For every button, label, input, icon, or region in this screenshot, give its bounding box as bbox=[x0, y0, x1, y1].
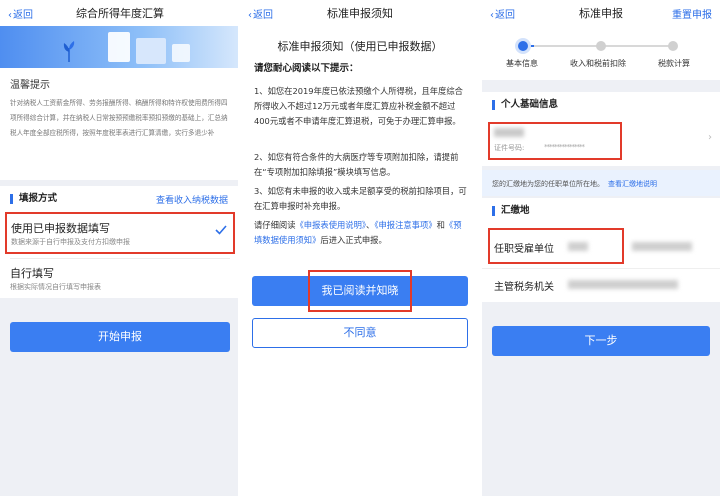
step-label: 税款计算 bbox=[658, 59, 690, 68]
reset-declaration-button[interactable]: 重置申报 bbox=[672, 6, 712, 21]
check-icon bbox=[215, 225, 227, 235]
notice-paragraph-2: 2、如您有符合条件的大病医疗等专项附加扣除，请提前在“专项附加扣除填报”模块填写… bbox=[254, 152, 459, 177]
section-title: 汇缴地 bbox=[492, 206, 530, 216]
declaration-notes-link[interactable]: 《申报注意事项》 bbox=[374, 220, 436, 230]
nav-bar: ‹返回 综合所得年度汇算 bbox=[0, 0, 240, 26]
tips-card: 温馨提示 针对纳税人工资薪金所得、劳务报酬所得、稿酬所得和特许权使用费所得四项所… bbox=[0, 68, 240, 180]
section-title: 填报方式 bbox=[10, 194, 57, 204]
option-desc: 数据来源于自行申报及支付方扣缴申报 bbox=[11, 238, 130, 246]
option-use-declared-data[interactable]: 使用已申报数据填写 数据来源于自行申报及支付方扣缴申报 bbox=[5, 212, 235, 254]
panel-annual-tax-settlement: ‹返回 综合所得年度汇算 温馨提示 针对纳税人工资薪金所得、劳务报酬所得、稿酬所… bbox=[0, 0, 240, 496]
agree-button[interactable]: 我已阅读并知晓 bbox=[252, 276, 468, 306]
panel-standard-declaration: ‹返回 标准申报 重置申报 基本信息 收入和税前扣除 税款计算 个人基础信息 证… bbox=[482, 0, 720, 496]
blurred-employer bbox=[632, 242, 692, 251]
para4-text: 请仔细阅读 bbox=[254, 220, 296, 230]
employer-label: 任职受雇单位 bbox=[494, 244, 554, 255]
filing-method-card: 填报方式 查看收入纳税数据 使用已申报数据填写 数据来源于自行申报及支付方扣缴申… bbox=[0, 186, 240, 298]
step-label: 基本信息 bbox=[506, 59, 538, 68]
notice-subtitle: 请您耐心阅读以下提示： bbox=[254, 63, 359, 74]
step-dot bbox=[668, 41, 678, 51]
payment-location-card: 汇缴地 任职受雇单位 主管税务机关 bbox=[482, 198, 720, 302]
nav-bar: ‹返回 标准申报 重置申报 bbox=[482, 0, 720, 26]
blurred-tax-office bbox=[568, 280, 678, 289]
tax-office-row[interactable]: 主管税务机关 bbox=[482, 268, 720, 298]
notice-paragraph-4: 请仔细阅读《申报表使用说明》、《申报注意事项》和《预填数据使用须知》后进入正式申… bbox=[254, 218, 468, 248]
payment-location-note: 您的汇缴地为您的任职单位所在地。 查看汇缴地说明 bbox=[482, 170, 720, 196]
para4-text: 和 bbox=[436, 220, 445, 230]
step-dot bbox=[596, 41, 606, 51]
view-income-tax-data-link[interactable]: 查看收入纳税数据 bbox=[156, 193, 228, 206]
divider bbox=[10, 258, 230, 259]
identity-row[interactable]: 证件号码: **************** bbox=[488, 122, 622, 160]
notice-paragraph-1: 1、如您在2019年度已依法预缴个人所得税，且年度综合所得收入不超过12万元或者… bbox=[254, 86, 463, 126]
disagree-button[interactable]: 不同意 bbox=[252, 318, 468, 348]
step-label: 收入和税前扣除 bbox=[570, 59, 626, 68]
step-dot-active bbox=[518, 41, 528, 51]
chevron-right-icon: › bbox=[708, 132, 712, 143]
nav-bar: ‹返回 标准申报须知 bbox=[240, 0, 480, 26]
option-desc: 根据实际情况自行填写申报表 bbox=[10, 283, 101, 291]
page-title: 综合所得年度汇算 bbox=[76, 7, 164, 20]
form-icon bbox=[136, 38, 166, 64]
panel-declaration-notice: ‹返回 标准申报须知 标准申报须知（使用已申报数据） 请您耐心阅读以下提示： 1… bbox=[240, 0, 480, 496]
form-instructions-link[interactable]: 《申报表使用说明》 bbox=[296, 220, 367, 230]
blurred-employer bbox=[568, 242, 588, 251]
start-declaration-button[interactable]: 开始申报 bbox=[10, 322, 230, 352]
section-title: 个人基础信息 bbox=[492, 100, 558, 110]
tax-office-label: 主管税务机关 bbox=[494, 282, 554, 293]
view-payment-location-link[interactable]: 查看汇缴地说明 bbox=[608, 180, 657, 188]
next-step-button[interactable]: 下一步 bbox=[492, 326, 710, 356]
notice-title: 标准申报须知（使用已申报数据） bbox=[277, 40, 443, 53]
personal-info-card: 个人基础信息 证件号码: **************** › bbox=[482, 92, 720, 166]
progress-steps: 基本信息 收入和税前扣除 税款计算 bbox=[482, 26, 720, 80]
option-self-fill[interactable]: 自行填写 根据实际情况自行填写申报表 bbox=[10, 262, 230, 296]
option-title: 自行填写 bbox=[10, 267, 54, 280]
employer-row[interactable]: 任职受雇单位 bbox=[488, 228, 624, 264]
notice-paragraph-3: 3、如您有未申报的收入或未足额享受的税前扣除项目，可在汇算申报时补充申报。 bbox=[254, 186, 467, 211]
option-title: 使用已申报数据填写 bbox=[11, 222, 110, 235]
banner-illustration bbox=[0, 26, 240, 68]
id-label: 证件号码: bbox=[494, 144, 525, 152]
tips-title: 温馨提示 bbox=[10, 80, 50, 91]
tips-text: 针对纳税人工资薪金所得、劳务报酬所得、稿酬所得和特许权使用费所得四项所得综合计算… bbox=[10, 99, 228, 137]
blurred-name bbox=[494, 128, 524, 137]
para4-text: 后进入正式申报。 bbox=[320, 235, 387, 245]
page-title: 标准申报须知 bbox=[327, 7, 393, 20]
note-text: 您的汇缴地为您的任职单位所在地。 bbox=[492, 180, 604, 188]
calculator-icon bbox=[172, 44, 190, 62]
document-icon bbox=[108, 32, 130, 62]
note-text-wrap: 您的汇缴地为您的任职单位所在地。 查看汇缴地说明 bbox=[492, 179, 657, 189]
plant-icon bbox=[63, 41, 75, 62]
id-number-masked: **************** bbox=[544, 143, 585, 151]
